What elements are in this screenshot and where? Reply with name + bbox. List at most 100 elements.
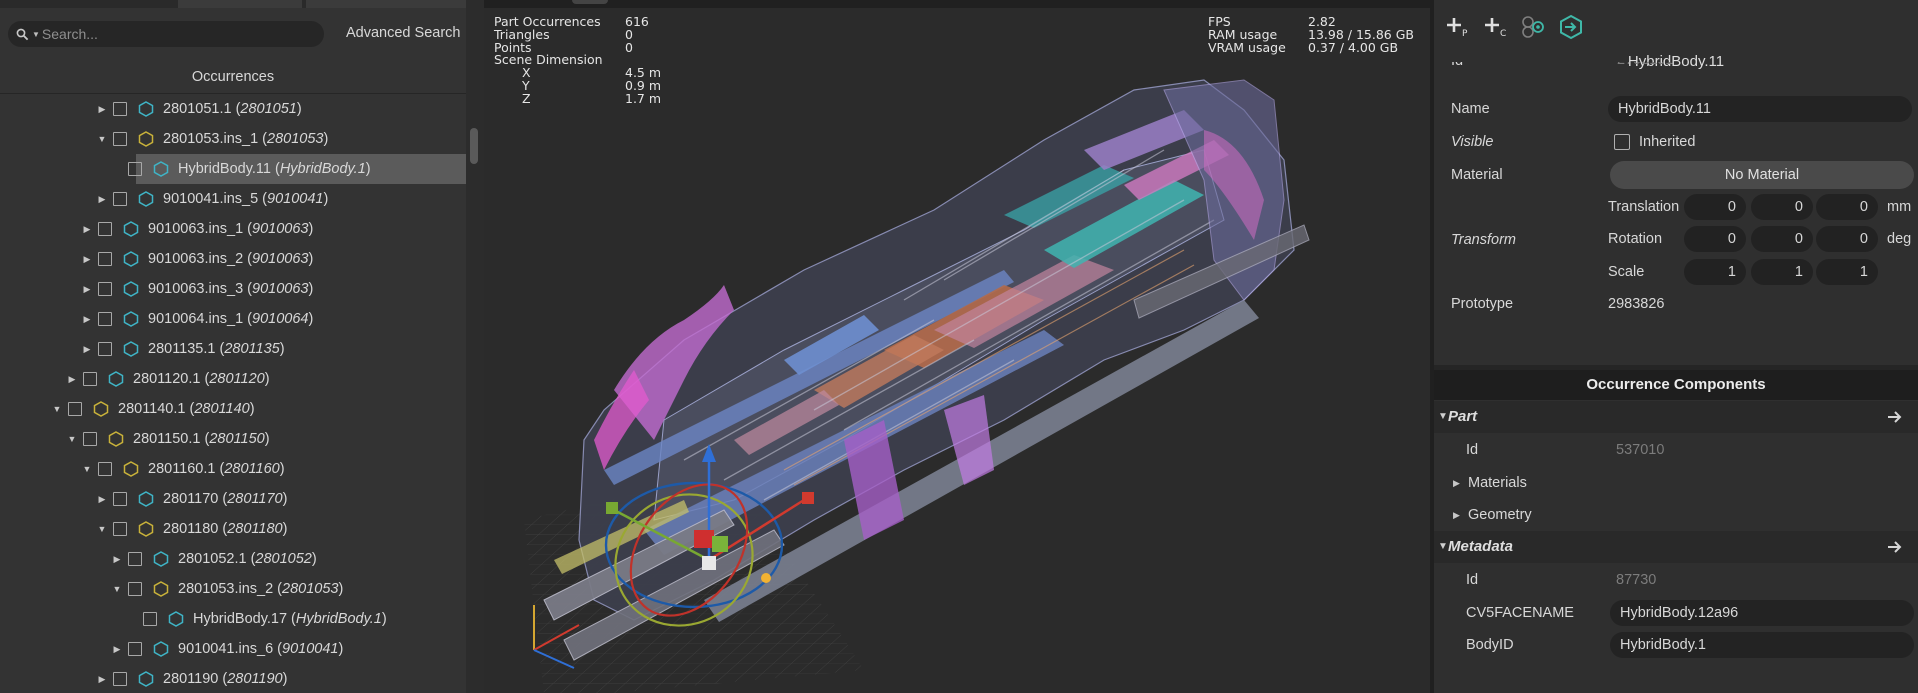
visibility-checkbox[interactable] — [98, 222, 112, 236]
geometry-label[interactable]: Geometry — [1468, 499, 1532, 531]
go-to-arrow-icon[interactable] — [1886, 408, 1904, 426]
3d-viewport[interactable]: Part Occurrences 616 Triangles 0 Points 0 Scen… — [484, 0, 1430, 693]
expand-arrow-icon[interactable]: ▶ — [79, 304, 95, 334]
go-to-arrow-icon[interactable] — [1886, 538, 1904, 556]
search-input[interactable] — [41, 26, 302, 42]
visibility-checkbox[interactable] — [98, 252, 112, 266]
materials-label[interactable]: Materials — [1468, 467, 1527, 499]
tree-row[interactable]: ▼ 2801150.1 (2801150) — [0, 424, 466, 454]
tree-row[interactable]: ▶ 2801052.1 (2801052) — [0, 544, 466, 574]
visibility-checkbox[interactable] — [68, 402, 82, 416]
scale-z-field[interactable]: 1 — [1816, 259, 1878, 285]
expand-triangle-icon[interactable]: ▶ — [1453, 467, 1460, 499]
expand-arrow-icon[interactable]: ▶ — [94, 664, 110, 693]
tree-row[interactable]: ▼ 2801053.ins_2 (2801053) — [0, 574, 466, 604]
tree-row[interactable]: HybridBody.11 (HybridBody.1) — [0, 154, 466, 184]
tree-row[interactable]: ▶ 9010063.ins_3 (9010063) — [0, 274, 466, 304]
visibility-checkbox[interactable] — [113, 492, 127, 506]
visibility-checkbox[interactable] — [128, 552, 142, 566]
translation-x-field[interactable]: 0 — [1684, 194, 1746, 220]
materials-row[interactable]: ▶ Materials — [1434, 467, 1918, 499]
expand-arrow-icon[interactable]: ▶ — [94, 94, 110, 124]
tree-row[interactable]: HybridBody.17 (HybridBody.1) — [0, 604, 466, 634]
scale-x-field[interactable]: 1 — [1684, 259, 1746, 285]
collapse-triangle-icon[interactable]: ▼ — [1438, 401, 1448, 433]
panel-tab[interactable] — [306, 0, 466, 8]
tree-row-label: 2801170 (2801170) — [163, 491, 288, 507]
part-component-group[interactable]: ▼ Part — [1434, 401, 1918, 433]
visibility-checkbox[interactable] — [128, 582, 142, 596]
collapse-arrow-icon[interactable]: ▼ — [94, 124, 110, 154]
tree-row[interactable]: ▶ 9010063.ins_2 (9010063) — [0, 244, 466, 274]
expand-arrow-icon[interactable]: ▶ — [79, 244, 95, 274]
link-components-icon[interactable] — [1520, 14, 1546, 40]
tree-row[interactable]: ▶ 9010041.ins_5 (9010041) — [0, 184, 466, 214]
visibility-checkbox[interactable] — [128, 162, 142, 176]
prototype-value[interactable]: 2983826 — [1608, 291, 1758, 317]
visibility-checkbox[interactable] — [98, 342, 112, 356]
visibility-checkbox[interactable] — [143, 612, 157, 626]
tree-row[interactable]: ▶ 9010063.ins_1 (9010063) — [0, 214, 466, 244]
tree-row[interactable]: ▶ 9010064.ins_1 (9010064) — [0, 304, 466, 334]
add-component-icon[interactable]: C — [1482, 14, 1508, 40]
cv5facename-field[interactable]: HybridBody.12a96 — [1610, 600, 1914, 626]
panel-tab[interactable] — [178, 0, 302, 8]
expand-arrow-icon[interactable]: ▶ — [109, 544, 125, 574]
tree-row[interactable]: ▶ 9010041.ins_6 (9010041) — [0, 634, 466, 664]
collapse-triangle-icon[interactable]: ▼ — [1438, 531, 1448, 563]
visibility-checkbox[interactable] — [98, 282, 112, 296]
collapse-arrow-icon[interactable]: ▼ — [94, 514, 110, 544]
rotation-x-field[interactable]: 0 — [1684, 226, 1746, 252]
tree-row[interactable]: ▼ 2801053.ins_1 (2801053) — [0, 124, 466, 154]
collapse-arrow-icon[interactable]: ▼ — [64, 424, 80, 454]
rotation-z-field[interactable]: 0 — [1816, 226, 1878, 252]
expand-arrow-icon[interactable]: ▶ — [79, 334, 95, 364]
search-dropdown-icon[interactable]: ▼ — [32, 30, 40, 39]
material-button[interactable]: No Material — [1610, 161, 1914, 189]
visibility-checkbox[interactable] — [83, 432, 97, 446]
visibility-checkbox[interactable] — [113, 102, 127, 116]
expand-arrow-icon[interactable]: ▶ — [64, 364, 80, 394]
car-body-wireframe-model[interactable] — [484, 0, 1430, 693]
metadata-component-group[interactable]: ▼ Metadata — [1434, 531, 1918, 563]
visibility-checkbox[interactable] — [98, 312, 112, 326]
tree-row[interactable]: ▼ 2801160.1 (2801160) — [0, 454, 466, 484]
tree-row[interactable]: ▶ 2801190 (2801190) — [0, 664, 466, 693]
scale-y-field[interactable]: 1 — [1751, 259, 1813, 285]
expand-triangle-icon[interactable]: ▶ — [1453, 499, 1460, 531]
expand-arrow-icon[interactable]: ▶ — [79, 214, 95, 244]
advanced-search-link[interactable]: Advanced Search — [346, 25, 460, 41]
rotation-y-field[interactable]: 0 — [1751, 226, 1813, 252]
tree-row[interactable]: ▶ 2801135.1 (2801135) — [0, 334, 466, 364]
translation-z-field[interactable]: 0 — [1816, 194, 1878, 220]
tree-row[interactable]: ▼ 2801180 (2801180) — [0, 514, 466, 544]
collapse-arrow-icon[interactable]: ▼ — [49, 394, 65, 424]
tree-row[interactable]: ▶ 2801120.1 (2801120) — [0, 364, 466, 394]
expand-arrow-icon[interactable]: ▶ — [94, 484, 110, 514]
tree-row[interactable]: ▼ 2801140.1 (2801140) — [0, 394, 466, 424]
visibility-checkbox[interactable] — [113, 522, 127, 536]
visibility-checkbox[interactable] — [128, 642, 142, 656]
tree-row[interactable]: ▶ 2801051.1 (2801051) — [0, 94, 466, 124]
bodyid-field[interactable]: HybridBody.1 — [1610, 632, 1914, 658]
expand-arrow-icon[interactable]: ▶ — [94, 184, 110, 214]
visibility-checkbox[interactable] — [113, 672, 127, 686]
visibility-checkbox[interactable] — [98, 462, 112, 476]
expand-arrow-icon[interactable]: ▶ — [79, 274, 95, 304]
name-field[interactable]: HybridBody.11 — [1608, 96, 1912, 122]
translation-y-field[interactable]: 0 — [1751, 194, 1813, 220]
visibility-checkbox[interactable] — [113, 192, 127, 206]
geometry-row[interactable]: ▶ Geometry — [1434, 499, 1918, 531]
search-field[interactable]: ▼ — [8, 21, 324, 47]
collapse-arrow-icon[interactable]: ▼ — [109, 574, 125, 604]
visible-checkbox[interactable] — [1614, 134, 1630, 150]
tree-scrollbar-thumb[interactable] — [470, 128, 478, 164]
add-property-icon[interactable]: P — [1444, 14, 1470, 40]
target-component-icon[interactable] — [1558, 14, 1584, 40]
collapse-arrow-icon[interactable]: ▼ — [79, 454, 95, 484]
visibility-checkbox[interactable] — [83, 372, 97, 386]
tree-scrollbar[interactable] — [466, 0, 484, 693]
visibility-checkbox[interactable] — [113, 132, 127, 146]
tree-row[interactable]: ▶ 2801170 (2801170) — [0, 484, 466, 514]
expand-arrow-icon[interactable]: ▶ — [109, 634, 125, 664]
